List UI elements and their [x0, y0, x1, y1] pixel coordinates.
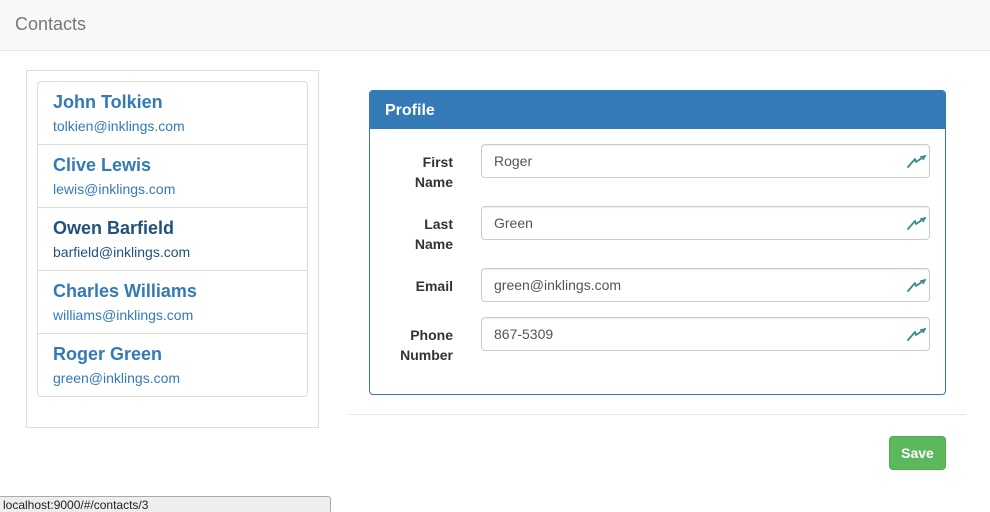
autofill-icon[interactable]: [907, 326, 927, 342]
autofill-icon[interactable]: [907, 215, 927, 231]
first-name-label-line1: First: [422, 154, 453, 170]
contact-name: Charles Williams: [53, 281, 197, 301]
save-button[interactable]: Save: [889, 436, 946, 470]
contact-email: tolkien@inklings.com: [53, 118, 185, 134]
first-name-label: First Name: [373, 152, 453, 192]
autofill-icon[interactable]: [907, 153, 927, 169]
last-name-label: Last Name: [373, 214, 453, 254]
contact-email: williams@inklings.com: [53, 307, 194, 323]
autofill-icon[interactable]: [907, 277, 927, 293]
profile-heading: Profile: [370, 91, 945, 129]
contact-item-williams[interactable]: Charles Williams williams@inklings.com: [37, 270, 308, 333]
contact-item-tolkien[interactable]: John Tolkien tolkien@inklings.com: [37, 81, 308, 144]
last-name-input[interactable]: [481, 206, 930, 240]
email-label: Email: [373, 276, 453, 296]
contact-list: John Tolkien tolkien@inklings.com Clive …: [37, 81, 308, 397]
contact-email: green@inklings.com: [53, 370, 181, 386]
contact-item-lewis[interactable]: Clive Lewis lewis@inklings.com: [37, 144, 308, 207]
profile-panel: Profile First Name Last Name Email Pho: [369, 90, 946, 395]
contact-item-green[interactable]: Roger Green green@inklings.com: [37, 333, 308, 397]
contact-name: Owen Barfield: [53, 218, 175, 238]
form-divider: [349, 414, 966, 415]
contact-item-barfield[interactable]: Owen Barfield barfield@inklings.com: [37, 207, 308, 270]
contact-email: barfield@inklings.com: [53, 244, 191, 260]
last-name-label-line1: Last: [424, 216, 453, 232]
status-bar-url: localhost:9000/#/contacts/3: [0, 496, 331, 512]
contact-email: lewis@inklings.com: [53, 181, 176, 197]
contacts-panel: John Tolkien tolkien@inklings.com Clive …: [26, 70, 319, 428]
last-name-label-line2: Name: [414, 236, 453, 252]
email-input[interactable]: [481, 268, 930, 302]
navbar-brand[interactable]: Contacts: [15, 14, 86, 35]
contact-name: Roger Green: [53, 344, 163, 364]
email-label-line1: Email: [415, 278, 453, 294]
contact-name: Clive Lewis: [53, 155, 152, 175]
contact-name: John Tolkien: [53, 92, 163, 112]
first-name-input[interactable]: [481, 144, 930, 178]
phone-label: Phone Number: [373, 325, 453, 365]
phone-label-line2: Number: [400, 347, 453, 363]
phone-input[interactable]: [481, 317, 930, 351]
phone-label-line1: Phone: [410, 327, 453, 343]
navbar: Contacts: [0, 0, 990, 51]
first-name-label-line2: Name: [414, 174, 453, 190]
